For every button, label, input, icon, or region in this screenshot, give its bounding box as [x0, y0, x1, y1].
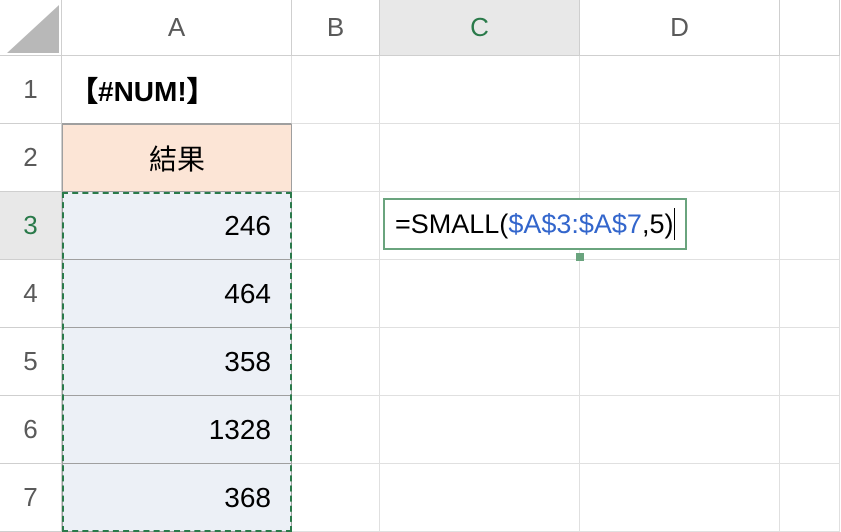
formula-editor[interactable]: =SMALL($A$3:$A$7,5): [383, 198, 687, 250]
cell-c2[interactable]: [380, 124, 580, 192]
cell-b3[interactable]: [292, 192, 380, 260]
cell-b4[interactable]: [292, 260, 380, 328]
cell-c4[interactable]: [380, 260, 580, 328]
formula-suffix: ,5): [642, 209, 674, 240]
table-row: 464: [62, 260, 840, 328]
cell-b2[interactable]: [292, 124, 380, 192]
cell-b6[interactable]: [292, 396, 380, 464]
row-header-7[interactable]: 7: [0, 464, 62, 532]
cell-a1[interactable]: 【#NUM!】: [62, 56, 292, 124]
cell-b7[interactable]: [292, 464, 380, 532]
select-all-triangle[interactable]: [0, 0, 62, 56]
table-row: 結果: [62, 124, 840, 192]
formula-ref: $A$3:$A$7: [508, 209, 642, 240]
spreadsheet: A B C D 1 2 3 4 5 6 7 【#NUM!】 結果 246: [0, 0, 841, 532]
cell-c1[interactable]: [380, 56, 580, 124]
cell-e2[interactable]: [780, 124, 840, 192]
cell-e6[interactable]: [780, 396, 840, 464]
row-header-4[interactable]: 4: [0, 260, 62, 328]
col-header-a[interactable]: A: [62, 0, 292, 56]
cell-d1[interactable]: [580, 56, 780, 124]
cell-a3[interactable]: 246: [62, 192, 292, 260]
col-header-d[interactable]: D: [580, 0, 780, 56]
row-header-1[interactable]: 1: [0, 56, 62, 124]
cell-e3[interactable]: [780, 192, 840, 260]
cell-b5[interactable]: [292, 328, 380, 396]
row-headers: 1 2 3 4 5 6 7: [0, 56, 62, 532]
text-cursor-icon: [674, 208, 675, 240]
cell-a4[interactable]: 464: [62, 260, 292, 328]
col-header-b[interactable]: B: [292, 0, 380, 56]
cell-e5[interactable]: [780, 328, 840, 396]
cell-d4[interactable]: [580, 260, 780, 328]
cell-e4[interactable]: [780, 260, 840, 328]
row-header-6[interactable]: 6: [0, 396, 62, 464]
cell-a7[interactable]: 368: [62, 464, 292, 532]
row-header-5[interactable]: 5: [0, 328, 62, 396]
cell-a6[interactable]: 1328: [62, 396, 292, 464]
cell-e1[interactable]: [780, 56, 840, 124]
cell-c5[interactable]: [380, 328, 580, 396]
cell-c7[interactable]: [380, 464, 580, 532]
row-header-2[interactable]: 2: [0, 124, 62, 192]
cell-d6[interactable]: [580, 396, 780, 464]
col-header-c[interactable]: C: [380, 0, 580, 56]
cell-a5[interactable]: 358: [62, 328, 292, 396]
cell-e7[interactable]: [780, 464, 840, 532]
cell-d5[interactable]: [580, 328, 780, 396]
cell-d7[interactable]: [580, 464, 780, 532]
cell-c6[interactable]: [380, 396, 580, 464]
cell-a2[interactable]: 結果: [62, 124, 292, 192]
formula-handle-icon: [576, 253, 584, 261]
formula-prefix: =SMALL(: [395, 209, 508, 240]
table-row: 358: [62, 328, 840, 396]
column-headers: A B C D: [62, 0, 840, 56]
grid: 【#NUM!】 結果 246 464 358: [62, 56, 840, 532]
table-row: 【#NUM!】: [62, 56, 840, 124]
table-row: 1328: [62, 396, 840, 464]
cell-b1[interactable]: [292, 56, 380, 124]
row-header-3[interactable]: 3: [0, 192, 62, 260]
col-header-e[interactable]: [780, 0, 840, 56]
cell-d2[interactable]: [580, 124, 780, 192]
table-row: 368: [62, 464, 840, 532]
